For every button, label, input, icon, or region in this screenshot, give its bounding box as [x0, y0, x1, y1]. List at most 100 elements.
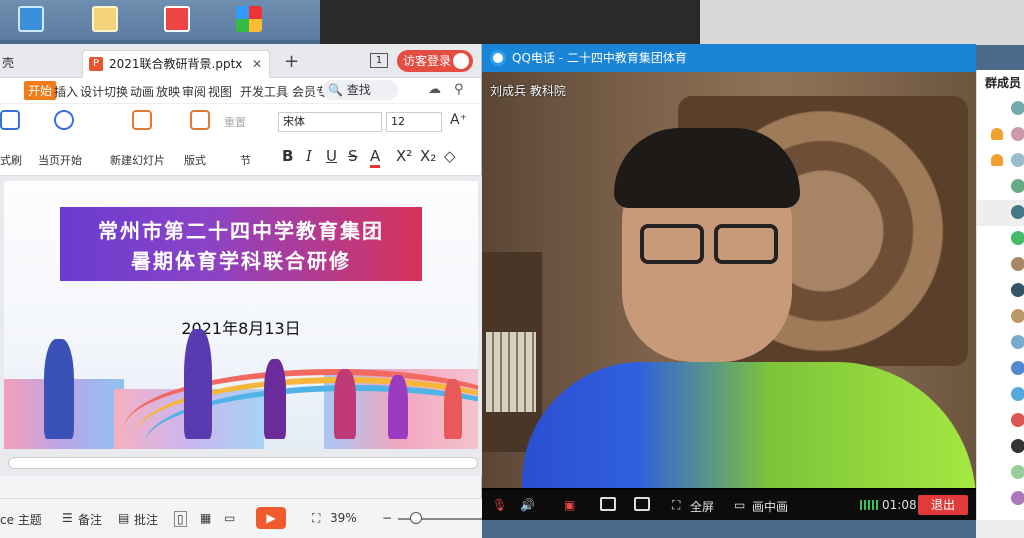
zoom-out-icon[interactable]: − — [382, 511, 392, 525]
new-slide-icon[interactable] — [132, 110, 152, 130]
bold-icon[interactable]: B — [282, 147, 293, 165]
pinwheel-desktop-icon[interactable] — [236, 6, 262, 32]
member-row[interactable] — [977, 200, 1024, 226]
member-row[interactable] — [977, 174, 1024, 200]
font-name-select[interactable]: 宋体 — [278, 112, 382, 132]
slide-canvas[interactable]: 常州市第二十四中学教育集团 暑期体育学科联合研修 2021年8月13日 — [4, 181, 478, 449]
new-tab-button[interactable]: + — [284, 51, 299, 72]
search-box[interactable]: 🔍 查找 — [322, 80, 398, 100]
person-icon — [991, 154, 1003, 166]
books — [486, 332, 536, 412]
menu-design[interactable]: 设计 — [80, 83, 104, 100]
menu-insert[interactable]: 插入 — [54, 83, 78, 100]
share-icon[interactable]: ⚲ — [454, 82, 464, 97]
member-row[interactable] — [977, 408, 1024, 434]
computer-desktop-icon[interactable] — [18, 6, 44, 32]
layout-button[interactable]: 版式 — [184, 152, 206, 168]
layout-icon[interactable] — [190, 110, 210, 130]
member-row[interactable] — [977, 96, 1024, 122]
avatar — [1011, 491, 1024, 505]
tab-previous[interactable]: 壳 — [0, 50, 75, 78]
qq-call-window: QQ电话 - 二十四中教育集团体育 刘成兵 教科院 🎙 🔊 ▣ ⛶ 全屏 ▭ 画… — [482, 44, 976, 520]
menu-transition[interactable]: 切换 — [104, 83, 128, 100]
normal-view-icon[interactable]: ▯ — [174, 511, 187, 527]
app-desktop-icon[interactable] — [164, 6, 190, 32]
underline-icon[interactable]: U — [326, 147, 337, 165]
italic-icon[interactable]: I — [306, 147, 312, 165]
menu-developer[interactable]: 开发工具 — [240, 83, 288, 100]
member-row[interactable] — [977, 122, 1024, 148]
play-slideshow-button[interactable]: ▶ — [256, 507, 286, 529]
presentation-icon[interactable] — [634, 497, 650, 511]
member-row[interactable] — [977, 486, 1024, 512]
format-painter-label[interactable]: 式刷 — [0, 152, 22, 168]
screen-share-icon[interactable] — [600, 497, 616, 511]
member-row[interactable] — [977, 278, 1024, 304]
member-row[interactable] — [977, 460, 1024, 486]
menu-view[interactable]: 视图 — [208, 83, 232, 100]
member-row[interactable] — [977, 252, 1024, 278]
play-circle-icon[interactable] — [54, 110, 74, 130]
play-from-current-button[interactable]: 当页开始 — [38, 152, 82, 168]
member-row[interactable] — [977, 148, 1024, 174]
format-painter-icon[interactable] — [0, 110, 20, 130]
notes-button[interactable]: 备注 — [78, 511, 102, 528]
font-color-icon[interactable]: A — [370, 147, 381, 168]
member-row[interactable] — [977, 356, 1024, 382]
person-shirt — [522, 362, 976, 488]
slide-title-line2: 暑期体育学科联合研修 — [131, 249, 351, 273]
tab-bar: 壳 P 2021联合教研背景.pptx ✕ + 1 访客登录 — [0, 44, 481, 78]
fullscreen-button[interactable]: 全屏 — [690, 498, 714, 515]
reading-view-icon[interactable]: ▭ — [224, 511, 235, 525]
person-hair — [614, 128, 800, 208]
mic-muted-icon[interactable]: 🎙 — [492, 498, 507, 512]
hangup-button[interactable]: 退出 — [918, 495, 968, 515]
camera-off-icon[interactable]: ▣ — [564, 498, 575, 512]
zoom-level[interactable]: 39% — [330, 511, 357, 525]
horizontal-scrollbar[interactable] — [8, 457, 478, 469]
avatar — [1011, 387, 1024, 401]
avatar — [453, 53, 469, 69]
window-count-badge[interactable]: 1 — [370, 53, 388, 68]
menu-animation[interactable]: 动画 — [130, 83, 154, 100]
comment-icon[interactable]: ▤ — [118, 511, 129, 525]
strikethrough-icon[interactable]: S — [348, 147, 358, 165]
eraser-icon[interactable]: ◇ — [444, 147, 456, 165]
member-row[interactable] — [977, 304, 1024, 330]
pip-button[interactable]: 画中画 — [752, 498, 788, 515]
tab-document[interactable]: P 2021联合教研背景.pptx — [82, 50, 270, 78]
runner-silhouette — [444, 379, 462, 439]
member-row[interactable] — [977, 382, 1024, 408]
new-slide-button[interactable]: 新建幻灯片 — [110, 152, 165, 168]
qq-title-bar: QQ电话 - 二十四中教育集团体育 — [482, 44, 976, 72]
pip-icon[interactable]: ▭ — [734, 498, 745, 512]
close-tab-icon[interactable]: ✕ — [252, 57, 262, 71]
menu-slideshow[interactable]: 放映 — [156, 83, 180, 100]
video-feed[interactable]: 刘成兵 教科院 — [482, 72, 976, 488]
reset-button[interactable]: 重置 — [224, 114, 246, 130]
cloud-icon[interactable]: ☁ — [428, 82, 441, 97]
font-size-select[interactable]: 12 — [386, 112, 442, 132]
zoom-slider-handle[interactable] — [410, 512, 422, 524]
visitor-login-button[interactable]: 访客登录 — [397, 50, 473, 72]
member-panel-title: 群成员 4 — [985, 76, 1024, 90]
fit-window-icon[interactable]: ⛶ — [312, 511, 320, 526]
fullscreen-icon[interactable]: ⛶ — [672, 498, 680, 513]
superscript-icon[interactable]: X² — [396, 147, 412, 165]
sorter-view-icon[interactable]: ▦ — [200, 511, 211, 525]
folder-desktop-icon[interactable] — [92, 6, 118, 32]
menu-review[interactable]: 审阅 — [182, 83, 206, 100]
comment-button[interactable]: 批注 — [134, 511, 158, 528]
theme-label[interactable]: ce 主题 — [0, 511, 42, 528]
member-row[interactable] — [977, 330, 1024, 356]
notes-icon[interactable]: ☰ — [62, 511, 73, 525]
avatar — [1011, 335, 1024, 349]
subscript-icon[interactable]: X₂ — [420, 147, 436, 165]
member-row[interactable] — [977, 434, 1024, 460]
menu-start[interactable]: 开始 — [24, 81, 57, 100]
speaker-icon[interactable]: 🔊 — [520, 498, 535, 512]
grow-font-icon[interactable]: A⁺ — [450, 112, 467, 128]
section-button[interactable]: 节 — [240, 152, 251, 168]
member-row[interactable] — [977, 226, 1024, 252]
avatar — [1011, 231, 1024, 245]
